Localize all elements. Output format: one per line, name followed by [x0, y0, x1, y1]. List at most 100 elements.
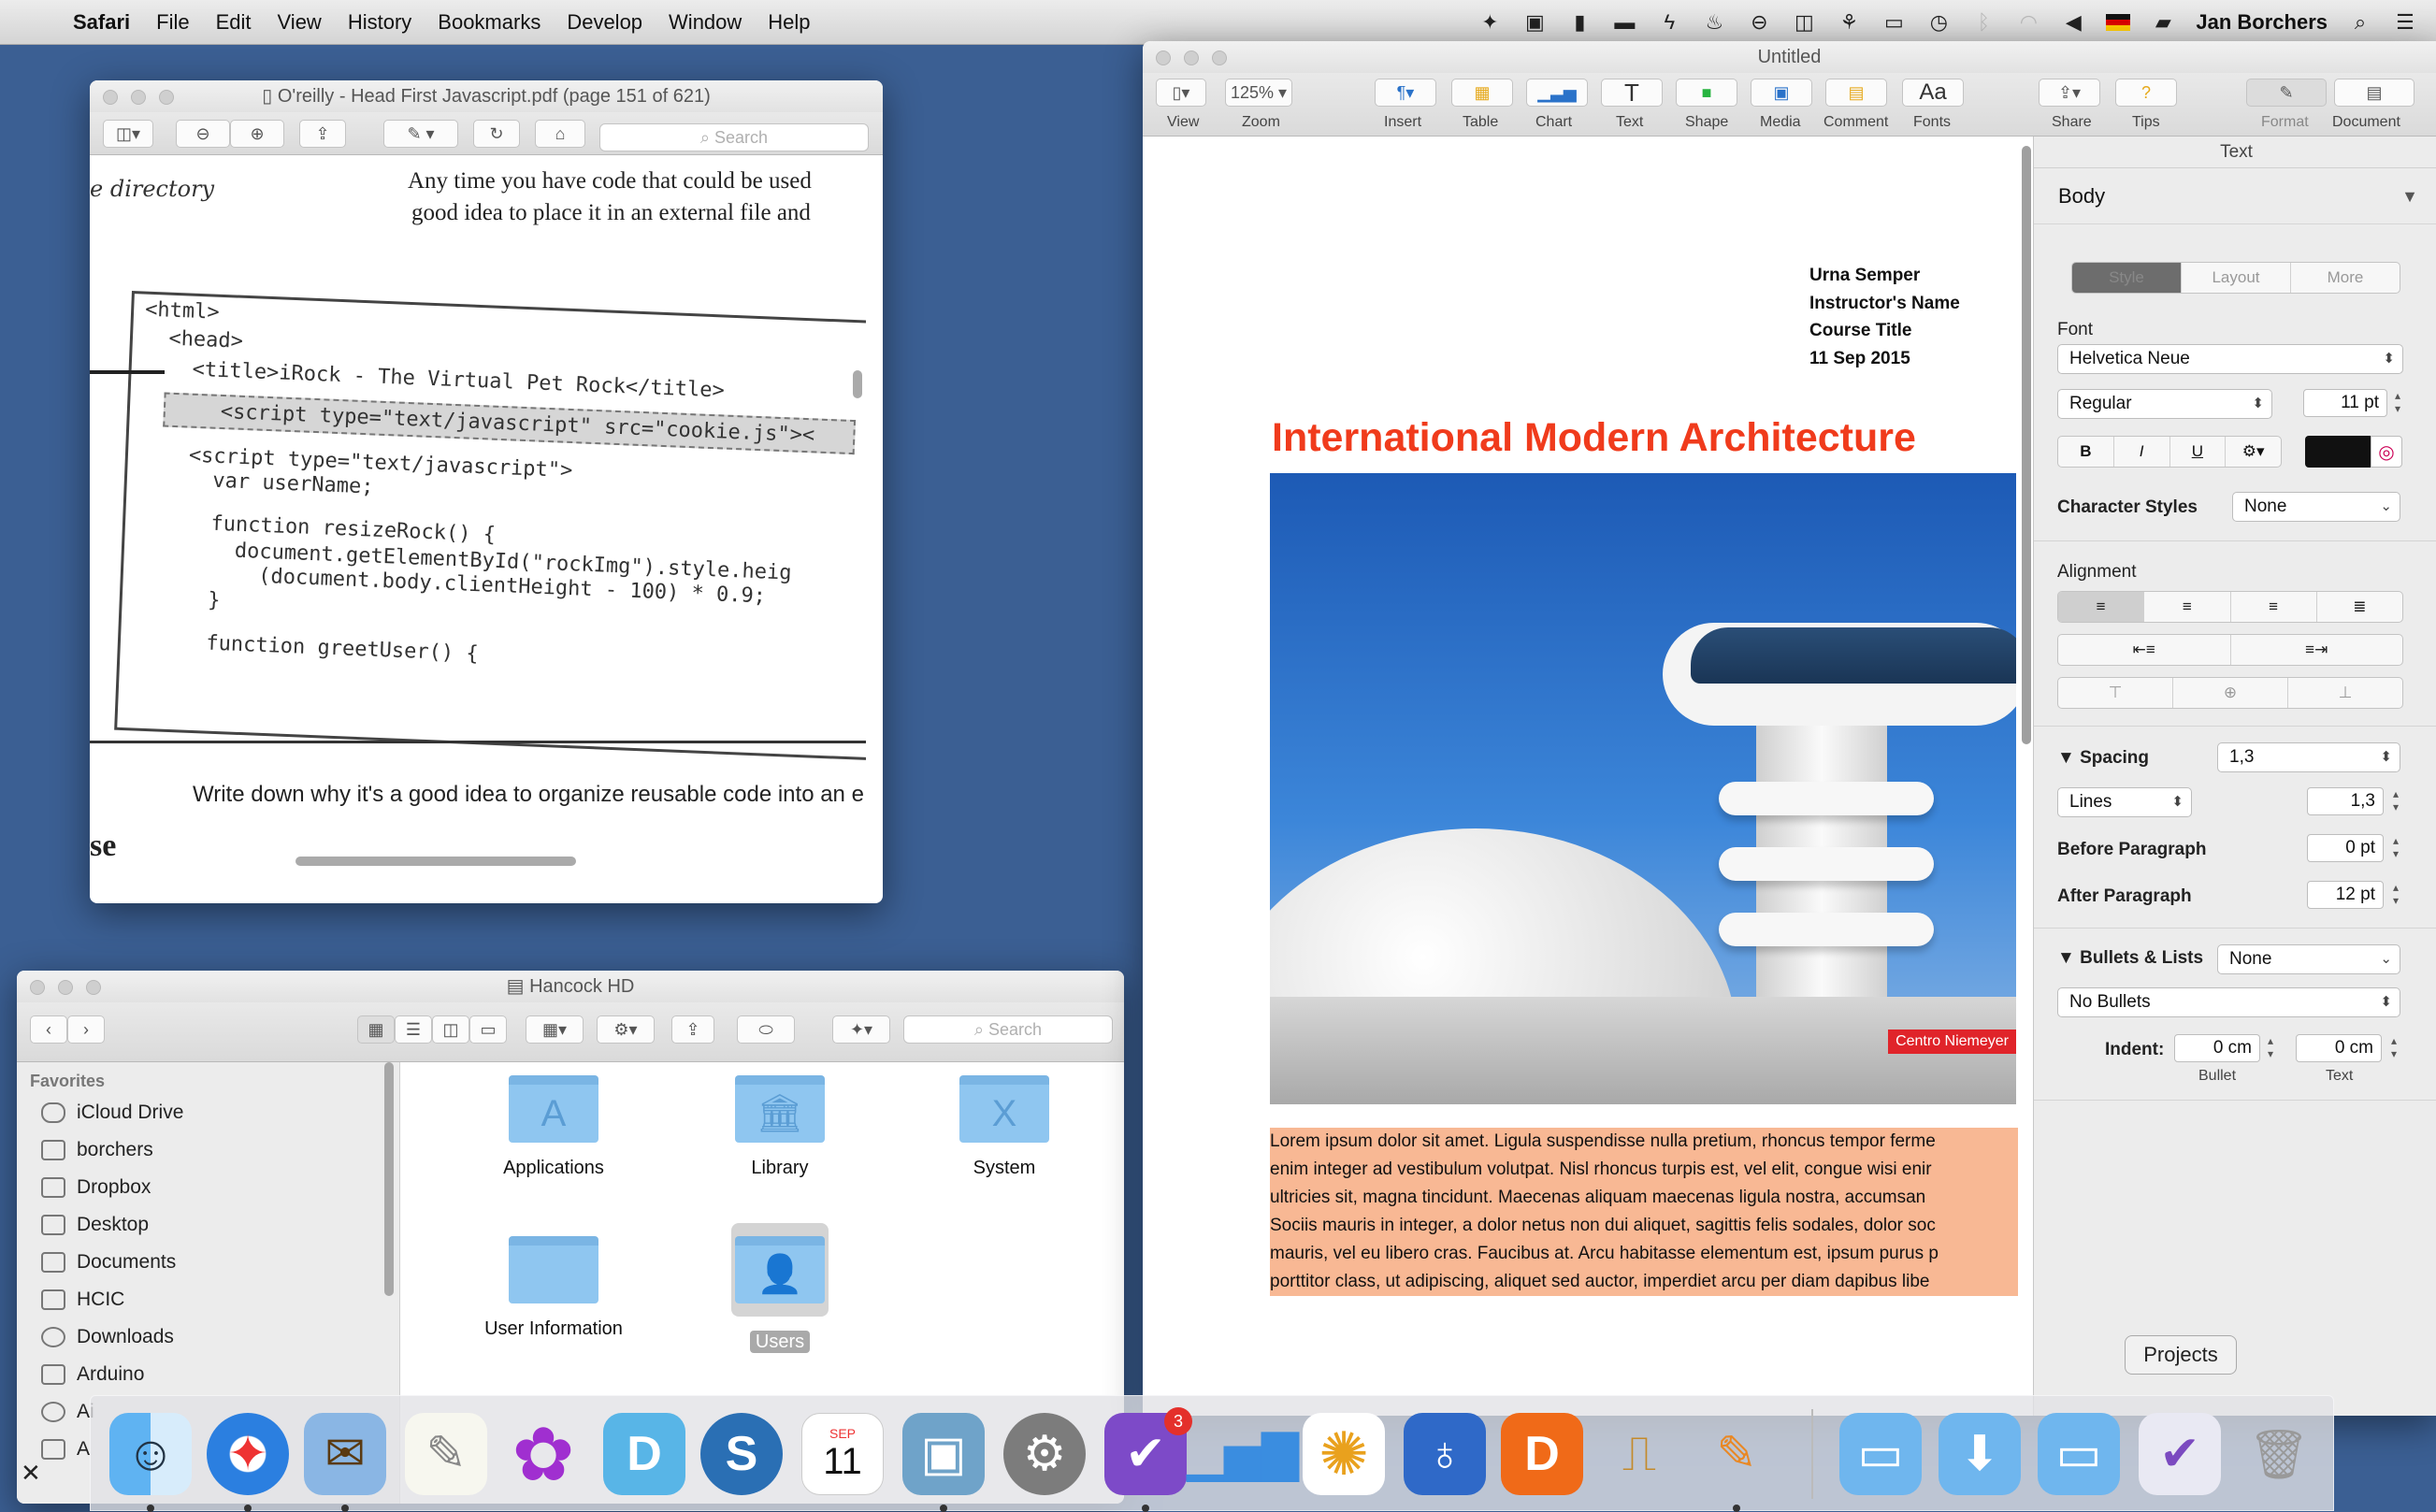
- zoom-in-icon[interactable]: ⊕: [230, 120, 284, 148]
- sidebar-item-documents[interactable]: Documents: [41, 1246, 176, 1279]
- increase-indent-icon[interactable]: ≡⇥: [2231, 635, 2403, 665]
- inspector-tab-text[interactable]: Text: [2034, 137, 2436, 168]
- document-date[interactable]: 11 Sep 2015: [1809, 349, 1910, 369]
- dropbox-icon[interactable]: ✦▾: [832, 1015, 890, 1044]
- pdf-titlebar[interactable]: ▯ O'reilly - Head First Javascript.pdf (…: [90, 80, 883, 112]
- font-weight-popup[interactable]: Regular ⬍: [2057, 389, 2272, 419]
- menu-file[interactable]: File: [143, 10, 202, 35]
- preview-app-icon[interactable]: ▣: [902, 1413, 985, 1495]
- zoom-button[interactable]: [86, 980, 101, 995]
- wifi-icon[interactable]: ◠: [2016, 10, 2040, 34]
- keynote-app-icon[interactable]: ⎍: [1598, 1413, 1680, 1495]
- things-app-icon[interactable]: ✔ 3: [1104, 1407, 1192, 1495]
- share-icon[interactable]: ⇪▾: [2039, 79, 2100, 107]
- markup-pen-icon[interactable]: ✎ ▾: [383, 120, 458, 148]
- do-not-disturb-icon[interactable]: ⊖: [1747, 10, 1771, 34]
- text-options-gear-icon[interactable]: ⚙▾: [2226, 437, 2281, 467]
- table-icon[interactable]: ▦: [1451, 79, 1513, 107]
- document-body-text[interactable]: Lorem ipsum dolor sit amet. Ligula suspe…: [1270, 1128, 2018, 1296]
- action-gear-icon[interactable]: ⚙▾: [597, 1015, 655, 1044]
- italic-button[interactable]: I: [2114, 437, 2170, 467]
- menu-help[interactable]: Help: [755, 10, 823, 35]
- safari-app-icon[interactable]: ✦: [207, 1413, 289, 1495]
- notification-center-icon[interactable]: ☰: [2393, 10, 2417, 34]
- document-canvas[interactable]: Urna Semper Instructor's Name Course Tit…: [1143, 137, 2031, 1384]
- finder-app-icon[interactable]: ☺: [109, 1413, 192, 1495]
- dash-app-icon[interactable]: D: [603, 1413, 685, 1495]
- system-preferences-app-icon[interactable]: ⚙: [1003, 1413, 1086, 1495]
- folder-system[interactable]: X System: [911, 1075, 1098, 1179]
- view-menu-icon[interactable]: ▯▾: [1156, 79, 1206, 107]
- underline-button[interactable]: U: [2170, 437, 2227, 467]
- course-title[interactable]: Course Title: [1809, 321, 1911, 341]
- battery-meter-icon[interactable]: ▭: [1881, 10, 1906, 34]
- sidebar-item-airdrop[interactable]: Ai: [41, 1395, 94, 1429]
- sidebar-item-icloud[interactable]: iCloud Drive: [41, 1096, 183, 1130]
- tag-icon[interactable]: ⬭: [737, 1015, 795, 1044]
- menu-window[interactable]: Window: [656, 10, 755, 35]
- align-middle-icon[interactable]: ⊕: [2173, 678, 2288, 708]
- tab-layout[interactable]: Layout: [2182, 263, 2291, 293]
- bullet-style-popup[interactable]: No Bullets ⬍: [2057, 987, 2400, 1017]
- script-icon[interactable]: ϟ: [1657, 10, 1681, 34]
- icon-view-icon[interactable]: ▦: [357, 1015, 395, 1044]
- bullets-lists-popup[interactable]: None ⌄: [2217, 944, 2400, 974]
- downloads-stack-icon[interactable]: ⬇: [1939, 1413, 2021, 1495]
- bluetooth-guy-icon[interactable]: ⚘: [1837, 10, 1861, 34]
- sidebar-item-arduino[interactable]: Arduino: [41, 1358, 144, 1391]
- sd-card-icon[interactable]: ▮: [1567, 10, 1592, 34]
- minimize-button[interactable]: [58, 980, 73, 995]
- color-wheel-icon[interactable]: ◎: [2371, 436, 2402, 468]
- list-view-icon[interactable]: ☰: [395, 1015, 432, 1044]
- fonts-icon[interactable]: Aa: [1902, 79, 1964, 107]
- folder-applications[interactable]: A Applications: [460, 1075, 647, 1179]
- close-button[interactable]: [103, 90, 118, 105]
- zoom-popup[interactable]: 125% ▾: [1225, 79, 1292, 107]
- share-icon[interactable]: ⇪: [671, 1015, 714, 1044]
- spotlight-search-icon[interactable]: ⌕: [2348, 10, 2372, 34]
- time-machine-icon[interactable]: ◷: [1926, 10, 1951, 34]
- media-icon[interactable]: ▣: [1751, 79, 1812, 107]
- zoom-button[interactable]: [159, 90, 174, 105]
- chart-icon[interactable]: ▁▃▅: [1526, 79, 1588, 107]
- document-icon[interactable]: ▤: [2334, 79, 2414, 107]
- presentation-app-icon[interactable]: D: [1501, 1413, 1583, 1495]
- author-name[interactable]: Urna Semper: [1809, 266, 1920, 286]
- font-size-field[interactable]: 11 pt: [2303, 389, 2387, 417]
- bullets-lists-label[interactable]: ▼ Bullets & Lists: [2057, 948, 2203, 969]
- battery-icon[interactable]: ▰: [2151, 10, 2175, 34]
- menu-history[interactable]: History: [335, 10, 425, 35]
- projects-stack-icon[interactable]: ▭: [2038, 1413, 2120, 1495]
- volume-icon[interactable]: ◀: [2061, 10, 2085, 34]
- menu-bookmarks[interactable]: Bookmarks: [425, 10, 554, 35]
- minimize-button[interactable]: [131, 90, 146, 105]
- folder-stack-icon[interactable]: ▭: [1839, 1413, 1922, 1495]
- after-paragraph-field[interactable]: 12 pt: [2307, 881, 2384, 909]
- share-icon[interactable]: ⇪: [299, 120, 346, 148]
- input-flag-icon[interactable]: [2106, 14, 2131, 31]
- back-icon[interactable]: ‹: [30, 1015, 67, 1044]
- align-top-icon[interactable]: ⊤: [2058, 678, 2173, 708]
- align-left-icon[interactable]: ≡: [2058, 592, 2145, 622]
- arrange-icon[interactable]: ▦▾: [526, 1015, 584, 1044]
- user-name[interactable]: Jan Borchers: [2196, 10, 2328, 35]
- line-spacing-mode-popup[interactable]: Lines ⬍: [2057, 787, 2192, 817]
- columns-icon[interactable]: ◫: [1792, 10, 1816, 34]
- sidebar-toggle-icon[interactable]: ◫▾: [103, 120, 153, 148]
- column-view-icon[interactable]: ◫: [432, 1015, 469, 1044]
- sidebar-item-dropbox[interactable]: Dropbox: [41, 1171, 151, 1204]
- spacing-popup[interactable]: 1,3 ⬍: [2217, 742, 2400, 772]
- folder-users[interactable]: 👤 Users: [686, 1223, 873, 1353]
- pdf-page[interactable]: e directory Any time you have code that …: [90, 155, 866, 870]
- character-styles-popup[interactable]: None ⌄: [2232, 492, 2400, 522]
- dropbox-status-icon[interactable]: ✦: [1477, 10, 1502, 34]
- bold-button[interactable]: B: [2058, 437, 2114, 467]
- after-paragraph-stepper-icon[interactable]: ▴ ▾: [2387, 881, 2404, 909]
- pdf-vertical-scrollbar[interactable]: [853, 370, 862, 398]
- zoom-button[interactable]: [1212, 50, 1227, 65]
- insert-icon[interactable]: ¶▾: [1375, 79, 1436, 107]
- decrease-indent-icon[interactable]: ⇤≡: [2058, 635, 2231, 665]
- folder-library[interactable]: 🏛 Library: [686, 1075, 873, 1179]
- photos-app-icon[interactable]: ✺: [1303, 1413, 1385, 1495]
- pages-titlebar[interactable]: Untitled: [1143, 41, 2436, 73]
